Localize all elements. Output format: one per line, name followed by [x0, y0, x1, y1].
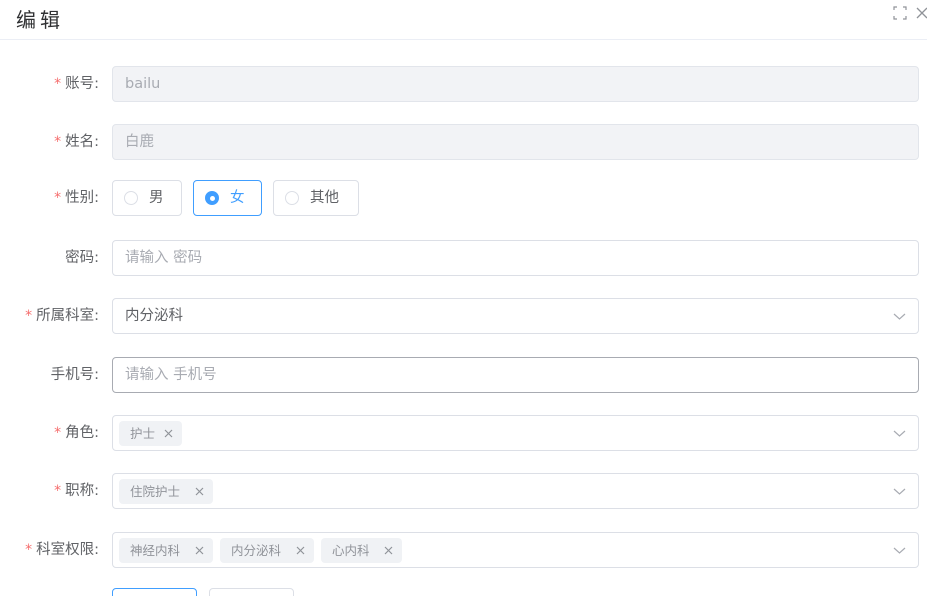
- radio-label: 其他: [310, 190, 339, 206]
- department-select[interactable]: 内分泌科: [112, 298, 919, 334]
- phone-label: 手机号:: [50, 367, 99, 383]
- fullscreen-icon[interactable]: [893, 6, 907, 20]
- title-tag: 住院护士: [119, 479, 213, 504]
- department-row: * 所属科室: 内分泌科: [0, 298, 927, 334]
- gender-row: * 性别: 男 女 其他: [0, 180, 927, 216]
- name-row: * 姓名: 白鹿: [0, 124, 927, 160]
- password-placeholder: 请输入 密码: [125, 250, 203, 266]
- dialog-header: 编辑: [0, 0, 927, 40]
- close-icon[interactable]: [915, 6, 927, 20]
- tag-remove-icon[interactable]: [164, 421, 174, 446]
- tag-label: 护士: [130, 426, 156, 441]
- account-label: * 账号:: [54, 76, 99, 92]
- dept-tag: 心内科: [321, 538, 402, 563]
- dialog-title: 编辑: [16, 8, 64, 32]
- tag-label: 神经内科: [130, 543, 181, 558]
- edit-dialog: 编辑 * 账号: bailu * 姓名: 白鹿 * 性别: 男 女 其他 密码:…: [0, 0, 927, 596]
- department-label: * 所属科室:: [25, 308, 99, 324]
- title-select[interactable]: 住院护士: [112, 473, 919, 509]
- phone-placeholder: 请输入 手机号: [125, 367, 217, 383]
- confirm-button[interactable]: [112, 588, 197, 596]
- dept-tag: 内分泌科: [220, 538, 314, 563]
- tag-label: 心内科: [332, 543, 370, 558]
- role-select[interactable]: 护士: [112, 415, 919, 451]
- dept-permission-select[interactable]: 神经内科 内分泌科 心内科: [112, 532, 919, 568]
- chevron-down-icon: [893, 311, 906, 321]
- chevron-down-icon: [893, 545, 906, 555]
- phone-row: 手机号: 请输入 手机号: [0, 357, 927, 393]
- account-row: * 账号: bailu: [0, 66, 927, 102]
- dept-permission-label: * 科室权限:: [25, 542, 99, 558]
- chevron-down-icon: [893, 486, 906, 496]
- radio-circle-checked: [205, 191, 219, 205]
- gender-radio-female[interactable]: 女: [193, 180, 262, 216]
- title-label: * 职称:: [54, 483, 99, 499]
- name-input[interactable]: 白鹿: [112, 124, 919, 160]
- password-label: 密码:: [65, 250, 99, 266]
- name-label: * 姓名:: [54, 134, 99, 150]
- phone-input[interactable]: 请输入 手机号: [112, 357, 919, 393]
- role-row: * 角色: 护士: [0, 415, 927, 451]
- tag-remove-icon[interactable]: [296, 538, 306, 563]
- radio-circle: [124, 191, 138, 205]
- dept-tag: 神经内科: [119, 538, 213, 563]
- radio-label: 女: [230, 190, 245, 206]
- chevron-down-icon: [893, 428, 906, 438]
- dept-permission-row: * 科室权限: 神经内科 内分泌科 心内科: [0, 532, 927, 568]
- radio-label: 男: [149, 190, 164, 206]
- role-label: * 角色:: [54, 425, 99, 441]
- gender-radio-male[interactable]: 男: [112, 180, 182, 216]
- gender-radio-other[interactable]: 其他: [273, 180, 359, 216]
- password-row: 密码: 请输入 密码: [0, 240, 927, 276]
- tag-remove-icon[interactable]: [195, 538, 205, 563]
- tag-remove-icon[interactable]: [384, 538, 394, 563]
- tag-label: 住院护士: [130, 484, 181, 499]
- role-tag: 护士: [119, 421, 182, 446]
- cancel-button[interactable]: [209, 588, 294, 596]
- tag-label: 内分泌科: [231, 543, 282, 558]
- department-value: 内分泌科: [125, 308, 183, 324]
- title-row: * 职称: 住院护士: [0, 473, 927, 509]
- account-input[interactable]: bailu: [112, 66, 919, 102]
- tag-remove-icon[interactable]: [195, 479, 205, 504]
- radio-circle: [285, 191, 299, 205]
- gender-label: * 性别:: [54, 190, 99, 206]
- password-input[interactable]: 请输入 密码: [112, 240, 919, 276]
